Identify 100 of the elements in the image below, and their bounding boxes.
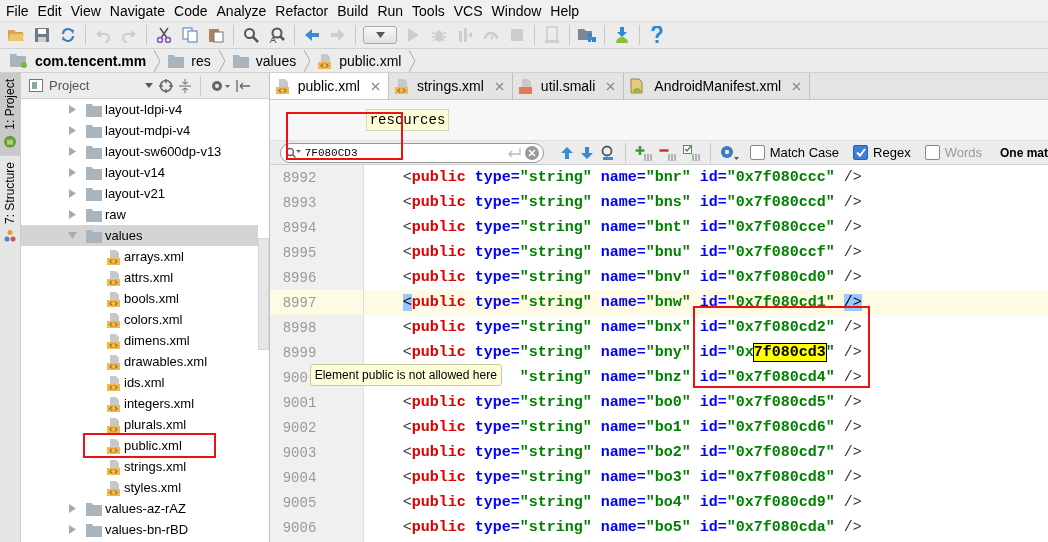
gear-icon[interactable] bbox=[210, 78, 230, 93]
tree-item[interactable]: raw bbox=[86, 204, 129, 225]
tree-item[interactable]: drawables.xml bbox=[107, 351, 211, 372]
tree-item[interactable]: bools.xml bbox=[107, 288, 182, 309]
search-field[interactable]: 7F080CD3 bbox=[279, 142, 544, 163]
menu-item[interactable]: Run bbox=[374, 2, 410, 19]
side-tab[interactable]: 7: Structure bbox=[0, 155, 20, 250]
menu-item[interactable]: Tools bbox=[409, 2, 451, 19]
xml-file-icon bbox=[107, 290, 121, 307]
tree-item[interactable]: layout-sw600dp-v13 bbox=[86, 141, 225, 162]
close-icon[interactable] bbox=[606, 81, 616, 91]
scrollbar[interactable] bbox=[257, 238, 269, 350]
close-icon[interactable] bbox=[792, 81, 802, 91]
tree-item[interactable]: plurals.xml bbox=[107, 414, 190, 435]
code-line: <public type="string" name="bnr" id="0x7f080ccc" /> bbox=[402, 169, 862, 186]
expand-arrow-icon[interactable] bbox=[67, 105, 77, 114]
xml-file-icon bbox=[107, 437, 121, 454]
expand-arrow-icon[interactable] bbox=[67, 210, 77, 219]
code-line: <public type="string" name="bo4" id="0x7f080cd9" /> bbox=[402, 494, 862, 511]
line-number: 9003 bbox=[282, 444, 317, 461]
checkbox[interactable]: Regex bbox=[849, 145, 915, 160]
expand-arrow-icon[interactable] bbox=[67, 189, 77, 198]
checkbox[interactable]: Match Case bbox=[745, 145, 844, 160]
bars-icon bbox=[457, 27, 473, 43]
tree-item[interactable]: layout-mdpi-v4 bbox=[86, 120, 194, 141]
paste-icon bbox=[208, 27, 224, 43]
menu-item[interactable]: Code bbox=[171, 2, 214, 19]
collapse-icon[interactable] bbox=[179, 78, 191, 93]
expand-arrow-icon[interactable] bbox=[67, 231, 77, 240]
expand-arrow-icon[interactable] bbox=[67, 126, 77, 135]
xml-file-icon bbox=[107, 332, 121, 349]
checkmark-icon bbox=[855, 148, 866, 157]
tree-item[interactable]: layout-v14 bbox=[86, 162, 168, 183]
stop-icon bbox=[509, 27, 525, 43]
breadcrumb-item[interactable]: com.tencent.mm bbox=[8, 52, 155, 69]
xml-file-icon bbox=[394, 78, 409, 94]
expand-arrow-icon[interactable] bbox=[67, 168, 77, 177]
left-arrow-icon bbox=[304, 27, 320, 43]
menu-item[interactable]: Analyze bbox=[213, 2, 273, 19]
xml-file-icon bbox=[107, 311, 121, 328]
add-occurrence-icon[interactable] bbox=[634, 144, 653, 161]
structure-icon bbox=[4, 229, 16, 242]
tree-item[interactable]: styles.xml bbox=[107, 477, 185, 498]
clear-icon[interactable] bbox=[524, 145, 539, 160]
breadcrumb-item[interactable]: values bbox=[230, 52, 305, 69]
line-number: 8999 bbox=[282, 344, 317, 361]
menu-item[interactable]: Navigate bbox=[106, 2, 172, 19]
xml-file-icon bbox=[275, 78, 290, 94]
tree-item[interactable]: values-bn-rBD bbox=[86, 519, 192, 540]
match-status: One mat bbox=[1000, 145, 1048, 160]
run-config-dropdown[interactable] bbox=[363, 26, 397, 44]
tree-item[interactable]: ids.xml bbox=[107, 372, 168, 393]
breadcrumb-item[interactable]: public.xml bbox=[316, 52, 410, 69]
expand-arrow-icon[interactable] bbox=[67, 504, 77, 513]
chevron-icon bbox=[409, 49, 416, 72]
down-arrow-icon[interactable] bbox=[579, 145, 594, 160]
xml-file-icon bbox=[107, 416, 121, 433]
up-arrow-icon[interactable] bbox=[559, 145, 574, 160]
folder-icon bbox=[86, 522, 102, 537]
menu-item[interactable]: File bbox=[3, 2, 35, 19]
caret-icon bbox=[375, 32, 385, 38]
editor-tab[interactable]: public.xml bbox=[269, 73, 389, 99]
tree-item[interactable]: layout-ldpi-v4 bbox=[86, 99, 186, 120]
tree-item[interactable]: strings.xml bbox=[107, 456, 190, 477]
menu-item[interactable]: Window bbox=[488, 2, 548, 19]
tree-item[interactable]: layout-v21 bbox=[86, 183, 168, 204]
tree-item[interactable]: dimens.xml bbox=[107, 330, 193, 351]
close-icon[interactable] bbox=[494, 81, 504, 91]
android-download-icon bbox=[614, 26, 630, 44]
select-all-icon[interactable] bbox=[682, 144, 701, 161]
menu-item[interactable]: VCS bbox=[450, 2, 489, 19]
menu-item[interactable]: View bbox=[67, 2, 107, 19]
folder-icon bbox=[86, 102, 102, 117]
close-icon[interactable] bbox=[370, 81, 380, 91]
folder-icon bbox=[86, 228, 102, 243]
find-all-icon[interactable] bbox=[599, 144, 616, 161]
side-tab[interactable]: 1: Project bbox=[0, 73, 20, 156]
menu-item[interactable]: Refactor bbox=[272, 2, 335, 19]
expand-arrow-icon[interactable] bbox=[67, 147, 77, 156]
caret-icon[interactable] bbox=[145, 83, 153, 88]
tree-item[interactable]: arrays.xml bbox=[107, 246, 187, 267]
tree-item[interactable]: attrs.xml bbox=[107, 267, 177, 288]
expand-arrow-icon[interactable] bbox=[67, 525, 77, 534]
menu-item[interactable]: Edit bbox=[34, 2, 68, 19]
target-icon[interactable] bbox=[159, 78, 173, 93]
menu-item[interactable]: Help bbox=[547, 2, 586, 19]
right-arrow-icon bbox=[330, 27, 346, 43]
breadcrumb-item[interactable]: res bbox=[166, 52, 219, 69]
tree-item[interactable]: integers.xml bbox=[107, 393, 198, 414]
panel-title: Project bbox=[49, 78, 91, 93]
tree-item[interactable]: colors.xml bbox=[107, 309, 186, 330]
folder-icon bbox=[86, 186, 102, 201]
code-line: <public type="string" name="bo3" id="0x7f080cd8" /> bbox=[402, 469, 862, 486]
gear-icon[interactable] bbox=[719, 144, 740, 161]
tree-item[interactable]: values-az-rAZ bbox=[86, 498, 189, 519]
line-number: 9002 bbox=[282, 419, 317, 436]
menu-item[interactable]: Build bbox=[334, 2, 375, 19]
hide-panel-icon[interactable] bbox=[236, 79, 250, 92]
line-number: 8992 bbox=[282, 169, 317, 186]
tree-item[interactable]: public.xml bbox=[107, 435, 185, 456]
